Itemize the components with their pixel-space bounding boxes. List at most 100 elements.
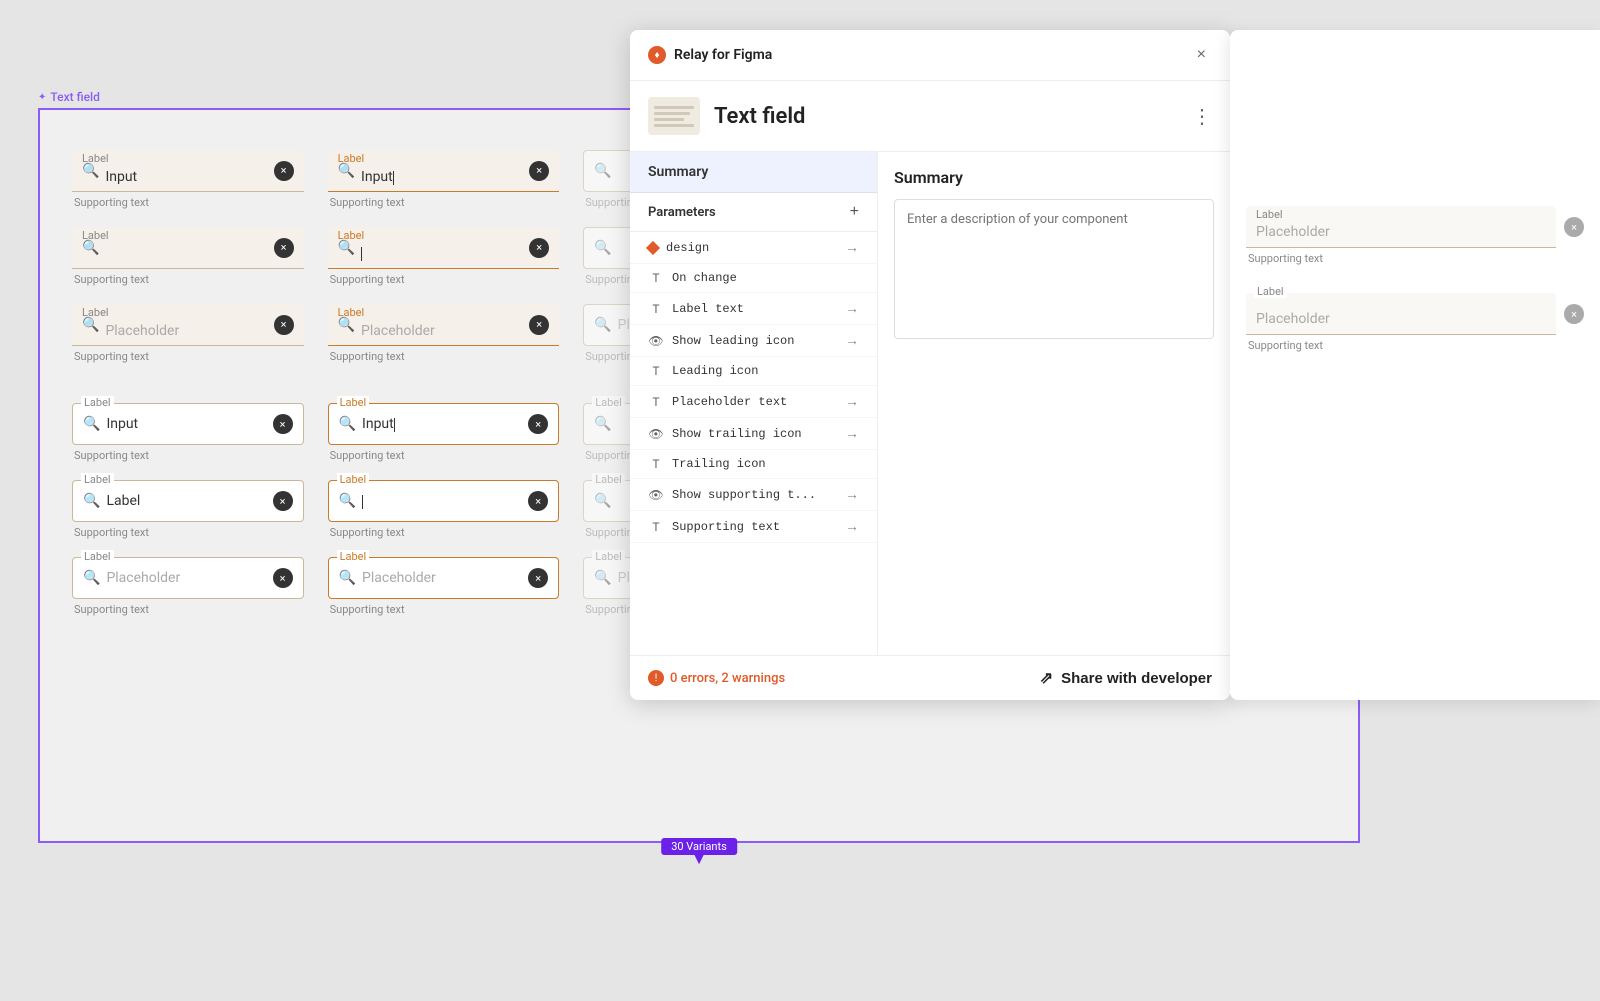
- dismiss-button[interactable]: ×: [1564, 217, 1584, 237]
- text-field-outlined-orange[interactable]: Label 🔍 Input ×: [328, 403, 560, 445]
- panel-component-header: Text field ⋮: [630, 81, 1230, 152]
- param-type-icon: T: [648, 271, 664, 285]
- text-field-filled[interactable]: 🔍 Label Placeholder ×: [72, 304, 304, 346]
- param-type-icon: T: [648, 520, 664, 534]
- panel-title: Relay for Figma: [674, 47, 772, 63]
- clear-button[interactable]: ×: [274, 161, 294, 181]
- param-item-supportingtext[interactable]: T Supporting text →: [630, 511, 877, 543]
- component-frame-title: Text field: [50, 90, 99, 104]
- field-input-text: Label: [106, 493, 266, 509]
- param-item-trailingicon[interactable]: T Trailing icon: [630, 450, 877, 479]
- clear-button[interactable]: ×: [528, 414, 548, 434]
- clear-button[interactable]: ×: [274, 315, 294, 335]
- thumb-line: [654, 124, 694, 127]
- param-item-design[interactable]: design →: [630, 232, 877, 264]
- param-arrow-showtrailing: →: [845, 425, 859, 442]
- clear-button[interactable]: ×: [528, 491, 548, 511]
- field-placeholder: Placeholder: [105, 311, 267, 339]
- search-icon: 🔍: [339, 570, 356, 586]
- right-field-label: Label: [1256, 208, 1283, 221]
- right-text-field-outlined[interactable]: Label Placeholder: [1246, 293, 1556, 335]
- text-field-outlined-orange[interactable]: Label 🔍 ×: [328, 480, 560, 522]
- clear-button[interactable]: ×: [529, 161, 549, 181]
- search-icon: 🔍: [594, 416, 611, 432]
- relay-logo: ♦: [648, 46, 666, 64]
- clear-button[interactable]: ×: [274, 238, 294, 258]
- panel-close-button[interactable]: ×: [1191, 44, 1212, 66]
- supporting-text: Supporting text: [72, 350, 304, 363]
- field-group: Label 🔍 Placeholder × Supporting text: [72, 557, 304, 616]
- clear-button[interactable]: ×: [528, 568, 548, 588]
- search-icon: 🔍: [83, 570, 100, 586]
- search-icon: 🔍: [339, 416, 356, 432]
- clear-button[interactable]: ×: [273, 491, 293, 511]
- search-icon: 🔍: [594, 317, 611, 333]
- param-label-showleading: Show leading icon: [672, 334, 837, 348]
- clear-button[interactable]: ×: [273, 568, 293, 588]
- params-add-button[interactable]: +: [850, 203, 859, 221]
- spacer: [328, 381, 560, 385]
- param-item-placeholder[interactable]: T Placeholder text →: [630, 386, 877, 418]
- sidebar-tab-summary[interactable]: Summary: [630, 152, 877, 193]
- supporting-text: Supporting text: [328, 603, 560, 616]
- text-field-outlined[interactable]: Label 🔍 Placeholder ×: [72, 557, 304, 599]
- text-field-filled[interactable]: 🔍 Label Input ×: [72, 150, 304, 192]
- param-arrow-showsupporting: →: [845, 486, 859, 503]
- component-thumbnail: [648, 97, 700, 135]
- description-textarea[interactable]: [894, 199, 1214, 339]
- text-field-filled[interactable]: 🔍 Label ×: [72, 227, 304, 269]
- param-item-showtrailing[interactable]: 👁 Show trailing icon →: [630, 418, 877, 450]
- field-placeholder: Placeholder: [362, 570, 522, 586]
- right-panel-content: Label Placeholder × Supporting text Labe…: [1230, 30, 1600, 372]
- clear-button[interactable]: ×: [529, 315, 549, 335]
- param-eye-icon: 👁: [648, 334, 664, 348]
- right-text-field[interactable]: Label Placeholder: [1246, 206, 1556, 248]
- text-cursor: [393, 171, 394, 185]
- text-field-filled-orange[interactable]: 🔍 Label Input ×: [328, 150, 560, 192]
- field-group: 🔍 Label × Supporting text: [72, 227, 304, 286]
- param-item-labeltext[interactable]: T Label text →: [630, 293, 877, 325]
- right-field-placeholder: Placeholder: [1256, 301, 1330, 327]
- supporting-text: Supporting text: [328, 196, 560, 209]
- param-label-leadingicon: Leading icon: [672, 364, 859, 378]
- field-label: Label: [82, 152, 109, 165]
- param-item-onchange[interactable]: T On change: [630, 264, 877, 293]
- field-label-float: Label: [1254, 285, 1287, 298]
- param-arrow-design: →: [845, 239, 859, 256]
- share-button-label: Share with developer: [1061, 670, 1212, 687]
- field-group: Label 🔍 Placeholder × Supporting text: [328, 557, 560, 616]
- param-eye-icon: 👁: [648, 488, 664, 502]
- clear-button[interactable]: ×: [529, 238, 549, 258]
- param-label-showsupporting: Show supporting t...: [672, 488, 837, 502]
- relay-panel: ♦ Relay for Figma × Text field ⋮: [630, 30, 1230, 700]
- param-label-design: design: [666, 241, 837, 255]
- field-input-text: Input: [106, 416, 266, 432]
- panel-body: Summary Parameters + design → T On chang…: [630, 152, 1230, 655]
- supporting-text: Supporting text: [328, 449, 560, 462]
- field-label-float: Label: [81, 396, 114, 409]
- dismiss-button[interactable]: ×: [1564, 304, 1584, 324]
- spacer: [1246, 50, 1584, 190]
- share-with-developer-button[interactable]: ⇗ Share with developer: [1040, 668, 1212, 688]
- param-diamond-icon: [646, 240, 660, 254]
- relay-logo-icon: ♦: [654, 50, 659, 61]
- search-icon: 🔍: [83, 416, 100, 432]
- supporting-text: Supporting text: [72, 449, 304, 462]
- param-label-placeholder: Placeholder text: [672, 395, 837, 409]
- component-frame-label: ✦ Text field: [38, 90, 100, 104]
- field-group: Label 🔍 Label × Supporting text: [72, 480, 304, 539]
- field-group: 🔍 Label × Supporting text: [328, 227, 560, 286]
- param-item-leadingicon[interactable]: T Leading icon: [630, 357, 877, 386]
- more-options-button[interactable]: ⋮: [1192, 104, 1212, 129]
- text-field-filled-orange[interactable]: 🔍 Label ×: [328, 227, 560, 269]
- text-field-filled-orange[interactable]: 🔍 Label Placeholder ×: [328, 304, 560, 346]
- param-type-icon: T: [648, 395, 664, 409]
- text-field-outlined[interactable]: Label 🔍 Input ×: [72, 403, 304, 445]
- error-circle-icon: !: [648, 670, 664, 686]
- text-field-outlined[interactable]: Label 🔍 Label ×: [72, 480, 304, 522]
- text-field-outlined-orange[interactable]: Label 🔍 Placeholder ×: [328, 557, 560, 599]
- clear-button[interactable]: ×: [273, 414, 293, 434]
- field-column-1: 🔍 Label Input × Supporting text 🔍: [60, 140, 316, 811]
- param-item-showsupporting[interactable]: 👁 Show supporting t... →: [630, 479, 877, 511]
- param-item-showleading[interactable]: 👁 Show leading icon →: [630, 325, 877, 357]
